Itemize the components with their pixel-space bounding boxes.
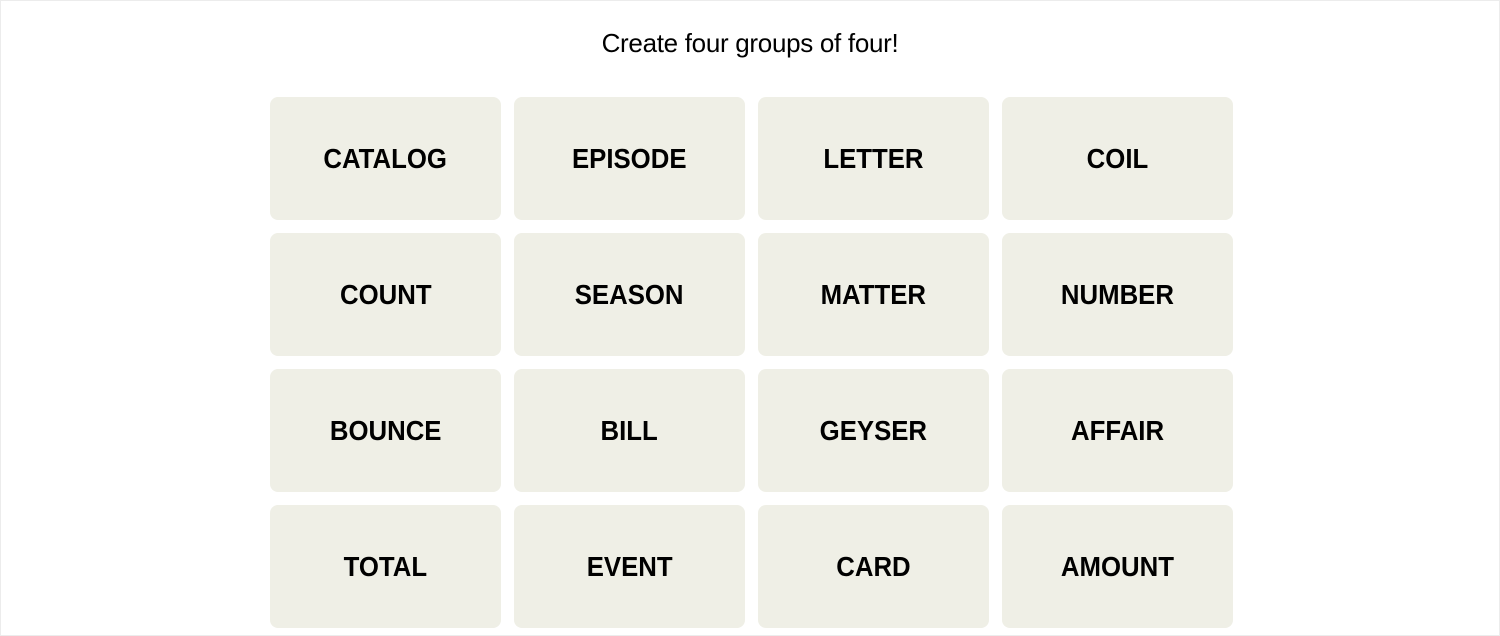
word-tile[interactable]: LETTER [758,97,989,220]
word-tile[interactable]: AMOUNT [1002,505,1233,628]
word-tile[interactable]: MATTER [758,233,989,356]
tile-label: CATALOG [323,142,448,174]
word-tile[interactable]: GEYSER [758,369,989,492]
word-tile[interactable]: CARD [758,505,989,628]
word-tile[interactable]: CATALOG [270,97,501,220]
tile-label: COUNT [339,278,432,310]
tile-label: MATTER [820,278,927,310]
word-tile[interactable]: COIL [1002,97,1233,220]
word-tile[interactable]: AFFAIR [1002,369,1233,492]
word-tile[interactable]: NUMBER [1002,233,1233,356]
word-tile[interactable]: TOTAL [270,505,501,628]
word-grid: CATALOG EPISODE LETTER COIL COUNT SEASON… [270,97,1234,628]
tile-label: AFFAIR [1070,414,1165,446]
tile-label: TOTAL [343,550,428,582]
tile-label: COIL [1086,142,1149,174]
word-tile[interactable]: EPISODE [514,97,745,220]
tile-label: AMOUNT [1060,550,1175,582]
word-tile[interactable]: BOUNCE [270,369,501,492]
tile-label: NUMBER [1060,278,1175,310]
tile-label: SEASON [575,278,684,310]
tile-label: CARD [836,550,911,582]
tile-label: BOUNCE [329,414,442,446]
word-tile[interactable]: COUNT [270,233,501,356]
tile-label: GEYSER [819,414,928,446]
page-title: Create four groups of four! [601,28,899,58]
tile-label: EPISODE [572,142,687,174]
tile-label: LETTER [823,142,924,174]
tile-label: BILL [600,414,659,446]
word-tile[interactable]: SEASON [514,233,745,356]
word-tile[interactable]: EVENT [514,505,745,628]
tile-label: EVENT [586,550,673,582]
word-tile[interactable]: BILL [514,369,745,492]
